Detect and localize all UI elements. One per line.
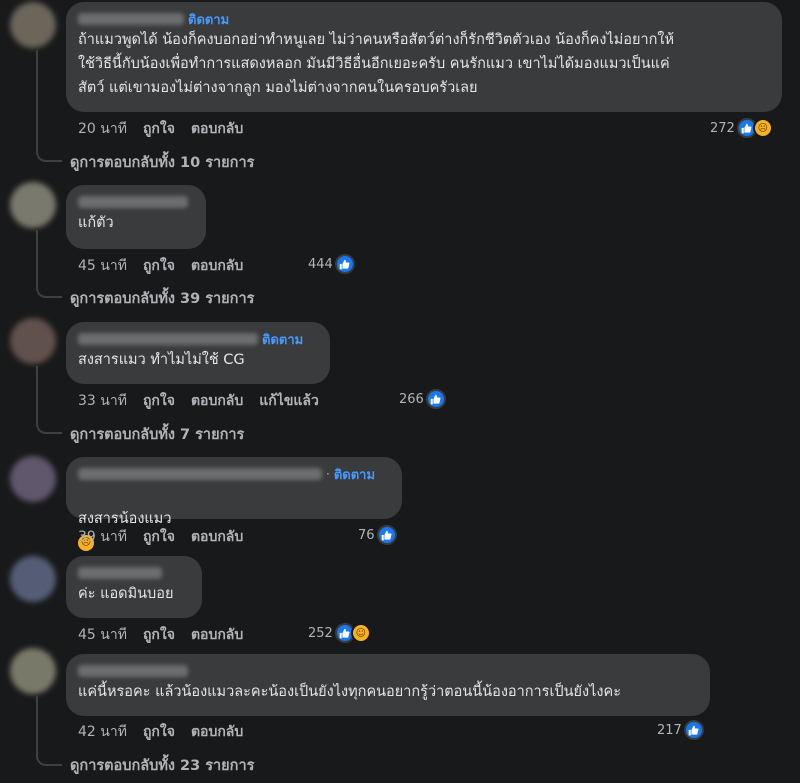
comment-actions: 33 นาที ถูกใจ ตอบกลับ แก้ไขแล้ว [78,390,319,412]
reaction-summary[interactable]: 272 ☹ [710,118,773,138]
reply-button[interactable]: ตอบกลับ [191,118,243,140]
separator-dot: · [326,467,330,481]
avatar[interactable] [10,182,56,228]
comment-actions: 45 นาที ถูกใจ ตอบกลับ [78,255,243,277]
thumbs-up-icon [425,389,446,409]
comment-actions: 42 นาที ถูกใจ ตอบกลับ [78,721,243,743]
reply-button[interactable]: ตอบกลับ [191,255,243,277]
reply-button[interactable]: ตอบกลับ [191,390,243,412]
follow-link[interactable]: ติดตาม [188,9,229,30]
follow-link[interactable]: ติดตาม [334,464,375,485]
comment-actions: 20 นาที ถูกใจ ตอบกลับ [78,118,243,140]
comment-bubble: แค่นี้หรอคะ แล้วน้องแมวละคะน้องเป็นยังไง… [66,654,710,716]
avatar[interactable] [10,2,56,48]
view-replies-link[interactable]: ดูการตอบกลับทั้ง 39 รายการ [70,287,254,310]
comment-bubble: ติดตาม ถ้าแมวพูดได้ น้องก็คงบอกอย่าทำหนู… [66,2,782,112]
like-button[interactable]: ถูกใจ [143,624,175,646]
commenter-name[interactable] [78,196,188,208]
laughing-face-icon: ☺ [350,623,371,643]
like-button[interactable]: ถูกใจ [143,721,175,743]
view-replies-link[interactable]: ดูการตอบกลับทั้ง 7 รายการ [70,423,244,446]
avatar[interactable] [10,556,56,602]
reply-thread-line [36,696,62,766]
commenter-name[interactable] [78,567,162,579]
reaction-summary[interactable]: 217 [657,720,704,740]
like-button[interactable]: ถูกใจ [143,255,175,277]
timestamp[interactable]: 33 นาที [78,390,127,412]
avatar[interactable] [10,456,56,502]
timestamp[interactable]: 42 นาที [78,721,127,743]
avatar[interactable] [10,648,56,694]
reaction-count: 252 [308,625,333,641]
reaction-summary[interactable]: 444 [308,254,355,274]
comment-text: แก้ตัว [78,215,114,231]
timestamp[interactable]: 45 นาที [78,624,127,646]
reaction-summary[interactable]: 76 [358,525,397,545]
comment-text: สงสารแมว ทำไมไม่ใช้ CG [78,352,245,368]
reaction-count: 272 [710,120,735,136]
thumbs-up-icon [683,720,704,740]
reply-thread-line [36,230,62,298]
reply-button[interactable]: ตอบกลับ [191,721,243,743]
comment-text-content: สงสารน้องแมว [78,511,172,527]
like-button[interactable]: ถูกใจ [143,118,175,140]
comment-text: แค่นี้หรอคะ แล้วน้องแมวละคะน้องเป็นยังไง… [78,684,621,700]
reaction-count: 444 [308,256,333,272]
sad-face-icon: ☹ [752,118,773,138]
reaction-count: 266 [399,391,424,407]
reply-button[interactable]: ตอบกลับ [191,624,243,646]
commenter-name[interactable] [78,333,258,345]
comment-text: ค่ะ แอดมินบอย [78,586,174,602]
avatar[interactable] [10,318,56,364]
timestamp[interactable]: 45 นาที [78,255,127,277]
like-button[interactable]: ถูกใจ [143,390,175,412]
follow-link[interactable]: ติดตาม [262,329,303,350]
commenter-name[interactable] [78,468,322,480]
comment-actions: 45 นาที ถูกใจ ตอบกลับ [78,624,243,646]
view-replies-link[interactable]: ดูการตอบกลับทั้ง 10 รายการ [70,151,254,174]
timestamp[interactable]: 20 นาที [78,118,127,140]
thumbs-up-icon [376,525,397,545]
reaction-count: 76 [358,527,375,543]
comment-bubble: ค่ะ แอดมินบอย [66,556,202,618]
reaction-summary[interactable]: 266 [399,389,446,409]
reply-thread-line [36,50,62,162]
timestamp[interactable]: 39 นาที [78,526,127,548]
reply-button[interactable]: ตอบกลับ [191,526,243,548]
comment-bubble: ติดตาม สงสารแมว ทำไมไม่ใช้ CG [66,322,330,384]
reply-thread-line [36,366,62,434]
comment-bubble: · ติดตาม สงสารน้องแมว ☹ [66,457,402,551]
thumbs-up-icon [334,254,355,274]
comment-bubble: แก้ตัว [66,185,206,249]
view-replies-link[interactable]: ดูการตอบกลับทั้ง 23 รายการ [70,754,254,777]
edited-label[interactable]: แก้ไขแล้ว [259,390,319,412]
comment-text: ถ้าแมวพูดได้ น้องก็คงบอกอย่าทำหนูเลย ไม่… [78,32,675,96]
comment-actions: 39 นาที ถูกใจ ตอบกลับ [78,526,243,548]
like-button[interactable]: ถูกใจ [143,526,175,548]
commenter-name[interactable] [78,665,188,677]
reaction-summary[interactable]: 252 ☺ [308,623,371,643]
reaction-count: 217 [657,722,682,738]
commenter-name[interactable] [78,13,184,25]
